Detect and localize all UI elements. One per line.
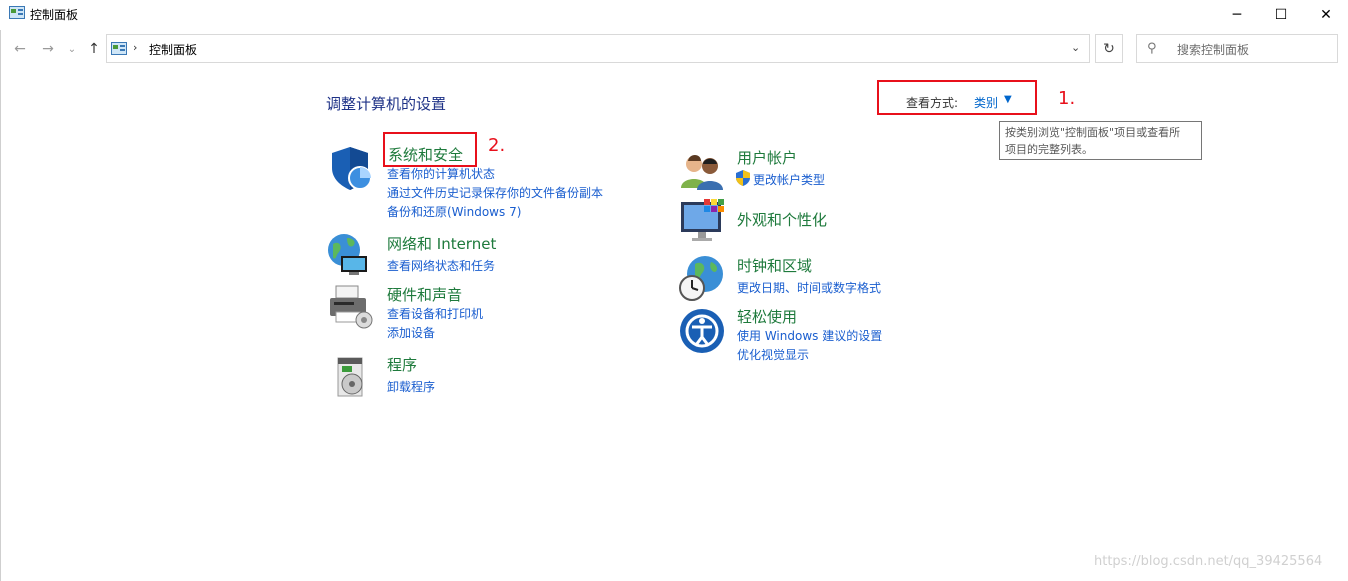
- tooltip-line: 项目的完整列表。: [1005, 143, 1093, 156]
- category-hardware-sound[interactable]: 硬件和声音: [387, 284, 462, 305]
- forward-button[interactable]: →: [38, 38, 58, 60]
- clock-globe-icon[interactable]: [677, 254, 725, 302]
- breadcrumb-chevron-icon[interactable]: ›: [133, 41, 137, 54]
- search-placeholder: 搜索控制面板: [1177, 43, 1250, 57]
- search-input[interactable]: ⚲ 搜索控制面板: [1136, 34, 1338, 63]
- link-view-computer-status[interactable]: 查看你的计算机状态: [387, 165, 495, 182]
- tooltip: 按类别浏览"控制面板"项目或查看所 项目的完整列表。: [999, 121, 1202, 160]
- category-system-security[interactable]: 系统和安全: [388, 144, 463, 165]
- annotation-label-1: 1.: [1058, 88, 1076, 109]
- control-panel-icon: [9, 6, 25, 19]
- link-uninstall-program[interactable]: 卸载程序: [387, 378, 435, 395]
- link-network-status[interactable]: 查看网络状态和任务: [387, 257, 495, 274]
- programs-icon[interactable]: [330, 352, 378, 400]
- link-backup-restore[interactable]: 备份和还原(Windows 7): [387, 203, 521, 220]
- link-windows-recommended-settings[interactable]: 使用 Windows 建议的设置: [737, 327, 882, 344]
- up-button[interactable]: ↑: [84, 38, 104, 60]
- minimize-button[interactable]: ─: [1214, 0, 1260, 30]
- breadcrumb-control-panel[interactable]: 控制面板: [149, 41, 197, 58]
- shield-icon[interactable]: [328, 144, 376, 192]
- annotation-box-1: [877, 80, 1037, 115]
- category-user-accounts[interactable]: 用户帐户: [737, 147, 797, 168]
- page-title: 调整计算机的设置: [326, 95, 447, 113]
- link-devices-printers[interactable]: 查看设备和打印机: [387, 305, 483, 322]
- refresh-button[interactable]: ↻: [1095, 34, 1123, 63]
- title-bar: 控制面板 ─ ☐ ✕: [0, 0, 1348, 30]
- appearance-icon[interactable]: [680, 198, 728, 246]
- network-globe-icon[interactable]: [325, 230, 373, 278]
- category-network-internet[interactable]: 网络和 Internet: [387, 233, 496, 254]
- recent-locations-button[interactable]: ⌄: [62, 38, 82, 60]
- control-panel-icon: [111, 42, 127, 55]
- category-appearance-personalization[interactable]: 外观和个性化: [737, 209, 827, 230]
- window-border: [0, 30, 1, 581]
- tooltip-line: 按类别浏览"控制面板"项目或查看所: [1005, 126, 1181, 139]
- printer-icon[interactable]: [326, 282, 374, 330]
- ease-of-access-icon[interactable]: [678, 307, 726, 355]
- maximize-button[interactable]: ☐: [1258, 0, 1304, 30]
- category-programs[interactable]: 程序: [387, 354, 417, 375]
- search-icon: ⚲: [1147, 41, 1157, 56]
- watermark: https://blog.csdn.net/qq_39425564: [1094, 554, 1323, 569]
- category-ease-of-access[interactable]: 轻松使用: [737, 306, 797, 327]
- link-change-date-time-format[interactable]: 更改日期、时间或数字格式: [737, 279, 881, 296]
- window-title: 控制面板: [30, 8, 79, 22]
- category-clock-region[interactable]: 时钟和区域: [737, 255, 812, 276]
- link-optimize-visual-display[interactable]: 优化视觉显示: [737, 346, 809, 363]
- back-button[interactable]: ←: [10, 38, 30, 60]
- link-change-account-type[interactable]: 更改帐户类型: [753, 171, 825, 188]
- close-button[interactable]: ✕: [1303, 0, 1348, 30]
- address-bar[interactable]: › 控制面板 ⌄: [106, 34, 1090, 63]
- user-accounts-icon[interactable]: [679, 148, 727, 196]
- link-file-history-backup[interactable]: 通过文件历史记录保存你的文件备份副本: [387, 184, 603, 201]
- uac-shield-icon: [736, 170, 750, 186]
- address-dropdown-icon[interactable]: ⌄: [1071, 41, 1080, 54]
- link-add-device[interactable]: 添加设备: [387, 324, 435, 341]
- annotation-label-2: 2.: [488, 135, 506, 156]
